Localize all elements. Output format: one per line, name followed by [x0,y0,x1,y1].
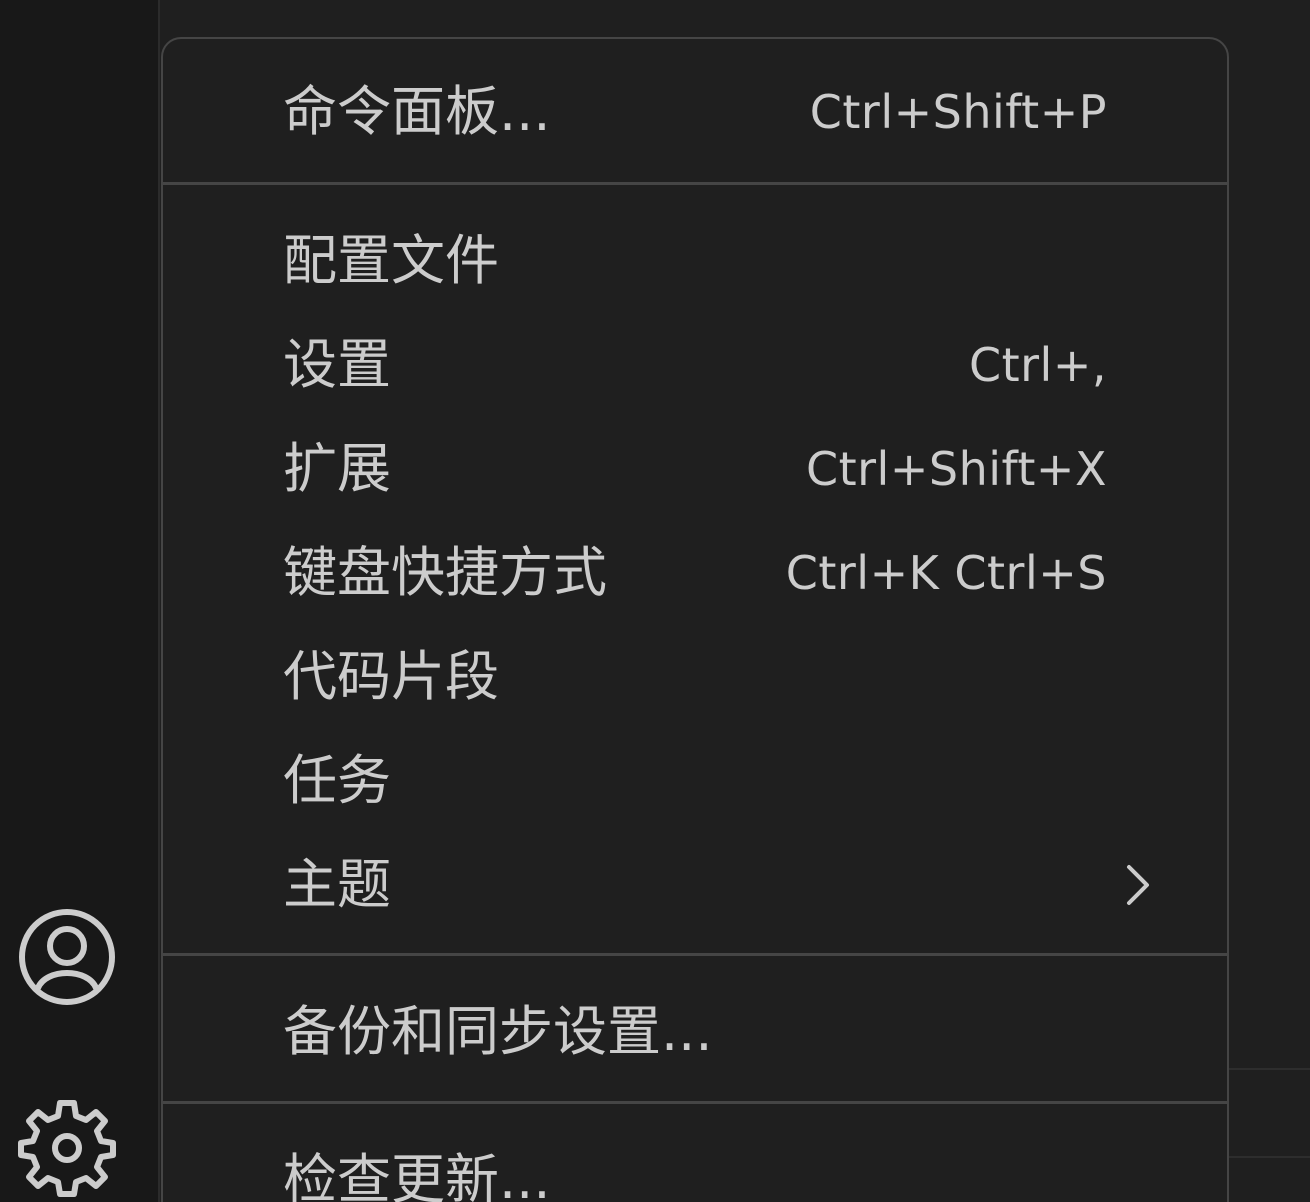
menu-item-shortcut: Ctrl+, [968,338,1107,392]
menu-item-settings[interactable]: 设置 Ctrl+, [163,313,1227,417]
menu-item-label: 设置 [283,333,391,396]
account-button[interactable] [17,907,117,1007]
menu-item-command-palette[interactable]: 命令面板... Ctrl+Shift+P [163,60,1227,164]
menu-item-check-updates[interactable]: 检查更新... [163,1128,1227,1202]
menu-separator [163,182,1227,185]
menu-item-label: 扩展 [283,437,391,500]
menu-item-keyboard-shortcuts[interactable]: 键盘快捷方式 Ctrl+K Ctrl+S [163,521,1227,625]
menu-item-shortcut: Ctrl+Shift+P [809,85,1107,139]
menu-item-tasks[interactable]: 任务 [163,729,1227,833]
menu-item-label: 检查更新... [283,1148,551,1202]
menu-item-label: 备份和同步设置... [283,1000,713,1063]
menu-item-label: 任务 [283,749,391,812]
menu-item-label: 配置文件 [283,229,499,292]
gear-icon [18,1100,116,1197]
menu-item-label: 主题 [283,853,391,916]
menu-item-label: 键盘快捷方式 [283,541,607,604]
menu-item-extensions[interactable]: 扩展 Ctrl+Shift+X [163,417,1227,521]
manage-context-menu: 命令面板... Ctrl+Shift+P 配置文件 设置 Ctrl+, 扩展 C… [161,37,1229,1202]
vscode-window: 命令面板... Ctrl+Shift+P 配置文件 设置 Ctrl+, 扩展 C… [0,0,1310,1202]
menu-separator [163,953,1227,956]
menu-item-shortcut: Ctrl+K Ctrl+S [785,546,1107,600]
editor-divider [1228,1068,1310,1070]
activity-bar [0,0,160,1202]
menu-item-backup-sync[interactable]: 备份和同步设置... [163,980,1227,1084]
editor-divider [1228,1156,1310,1158]
menu-item-themes[interactable]: 主题 [163,833,1227,937]
menu-item-label: 命令面板... [283,80,551,143]
manage-button[interactable] [17,1098,117,1198]
menu-item-snippets[interactable]: 代码片段 [163,625,1227,729]
chevron-right-icon [1127,865,1149,905]
account-icon [19,909,115,1005]
menu-item-shortcut: Ctrl+Shift+X [805,442,1107,496]
menu-item-profiles[interactable]: 配置文件 [163,209,1227,313]
menu-item-label: 代码片段 [283,645,499,708]
menu-separator [163,1101,1227,1104]
